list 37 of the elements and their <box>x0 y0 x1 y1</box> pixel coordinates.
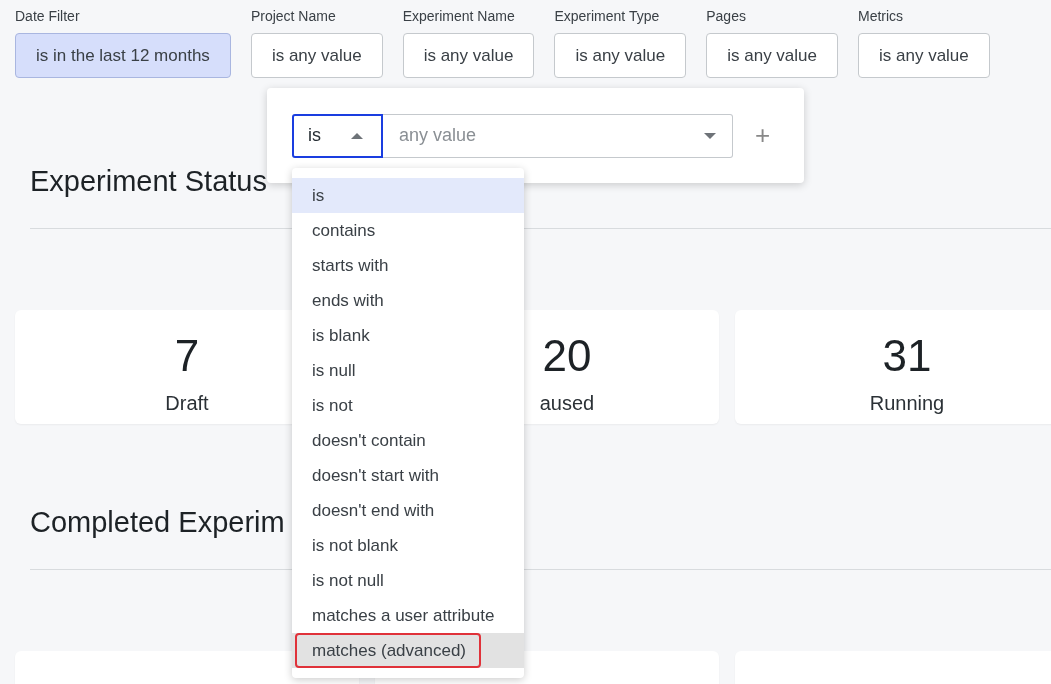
filter-label: Date Filter <box>15 8 81 25</box>
stat-label: aused <box>539 392 595 415</box>
stat-label: Draft <box>165 392 209 415</box>
filter-label: Project Name <box>250 8 337 25</box>
filter-label: Metrics <box>858 8 905 25</box>
menu-item[interactable]: doesn't start with <box>292 458 524 493</box>
stat-value: 7 <box>174 332 200 380</box>
stat-label: Running <box>869 392 945 415</box>
menu-item[interactable]: is not null <box>292 563 524 598</box>
menu-item[interactable]: matches (advanced) <box>292 633 524 668</box>
filter-chip[interactable]: is any value <box>402 33 535 78</box>
menu-item[interactable]: is <box>292 178 524 213</box>
filter-chip[interactable]: is any value <box>250 33 383 78</box>
add-button[interactable]: + <box>751 120 775 151</box>
filter-label: Pages <box>706 8 747 25</box>
section-title: Experiment Status <box>30 164 267 199</box>
menu-item[interactable]: is not <box>292 388 524 423</box>
menu-item[interactable]: doesn't contain <box>292 423 524 458</box>
section-title: Completed Experim <box>30 505 285 540</box>
stat-value: 20 <box>542 332 592 380</box>
menu-item[interactable]: doesn't end with <box>292 493 524 528</box>
menu-item[interactable]: is not blank <box>292 528 524 563</box>
menu-item[interactable]: starts with <box>292 248 524 283</box>
stat-value: 31 <box>882 332 932 380</box>
menu-item[interactable]: is blank <box>292 318 524 353</box>
caret-down-icon <box>704 132 716 139</box>
filter-chip[interactable]: is any value <box>706 33 838 78</box>
filter-label: Experiment Name <box>402 8 516 25</box>
filter-chip[interactable]: is in the last 12 months <box>15 33 231 78</box>
filter-chip[interactable]: is any value <box>554 33 687 78</box>
filter-label: Experiment Type <box>554 8 661 25</box>
menu-item[interactable]: contains <box>292 213 524 248</box>
filter-chip[interactable]: is any value <box>858 33 990 78</box>
menu-item[interactable]: is null <box>292 353 524 388</box>
menu-item[interactable]: ends with <box>292 283 524 318</box>
operator-select[interactable]: is <box>292 113 383 158</box>
menu-item[interactable]: matches a user attribute <box>292 598 524 633</box>
